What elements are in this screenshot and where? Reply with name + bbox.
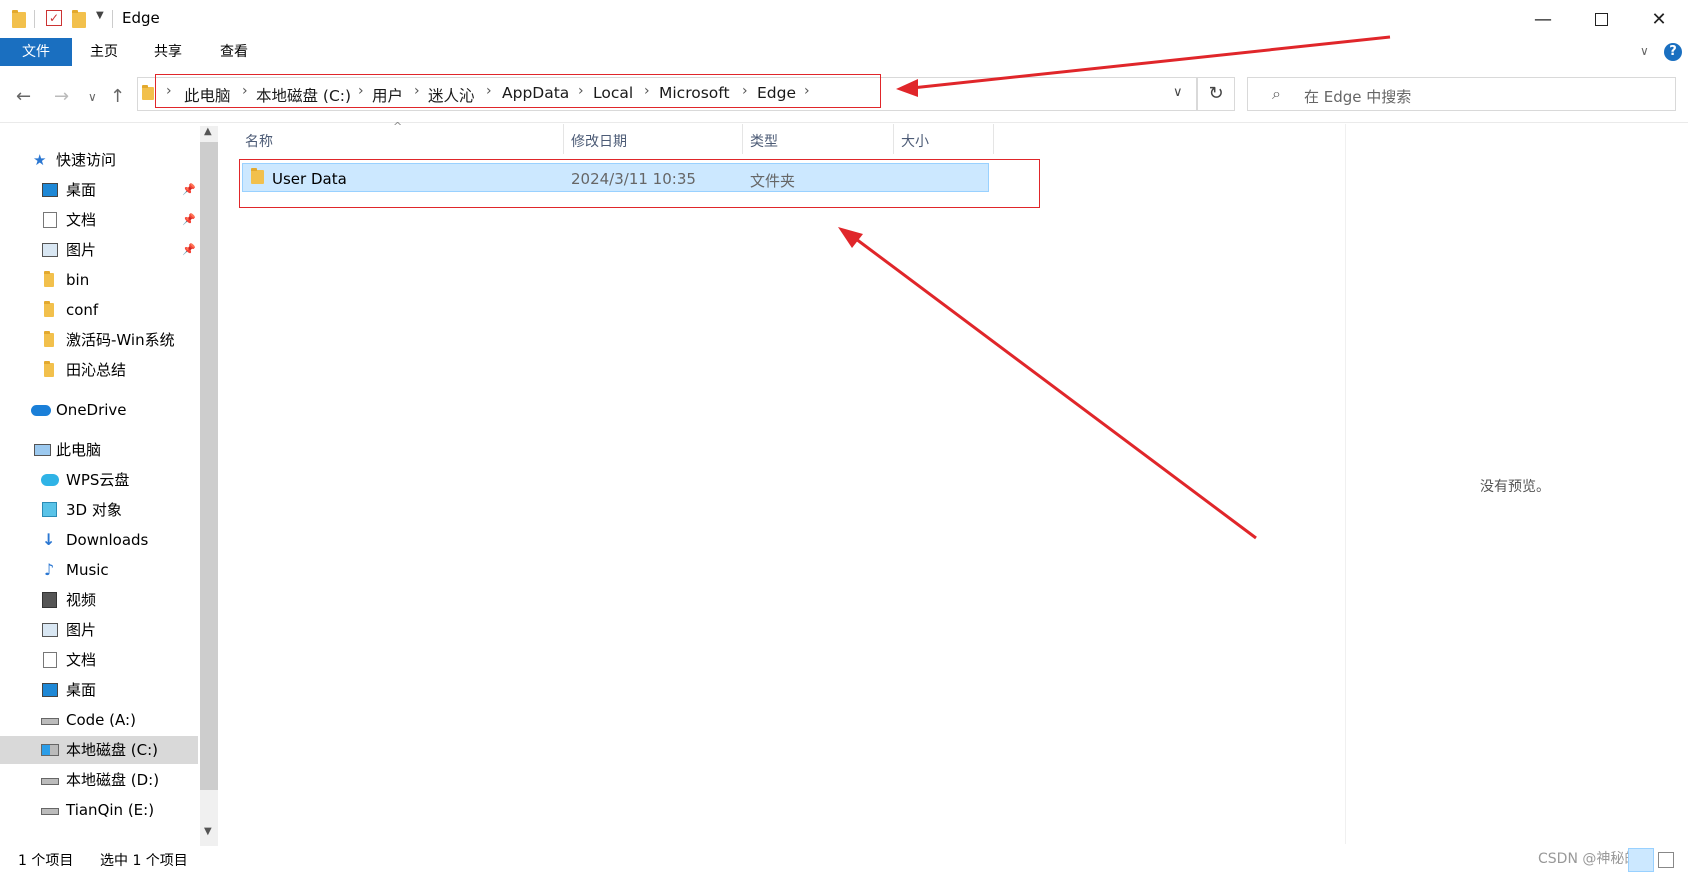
preview-message: 没有预览。 bbox=[1480, 479, 1550, 495]
selected-count: 选中 1 个项目 bbox=[100, 853, 188, 869]
status-bar: 1 个项目 选中 1 个项目 CSDN @神秘的店 bbox=[0, 848, 1688, 873]
details-view-icon[interactable] bbox=[1628, 848, 1654, 872]
item-count: 1 个项目 bbox=[18, 853, 74, 869]
arrowhead-icon bbox=[838, 227, 863, 248]
large-icons-view-icon[interactable] bbox=[1658, 852, 1674, 868]
arrow-to-breadcrumb bbox=[911, 35, 1391, 90]
arrowhead-icon bbox=[896, 79, 918, 97]
arrow-to-row bbox=[851, 234, 1257, 540]
